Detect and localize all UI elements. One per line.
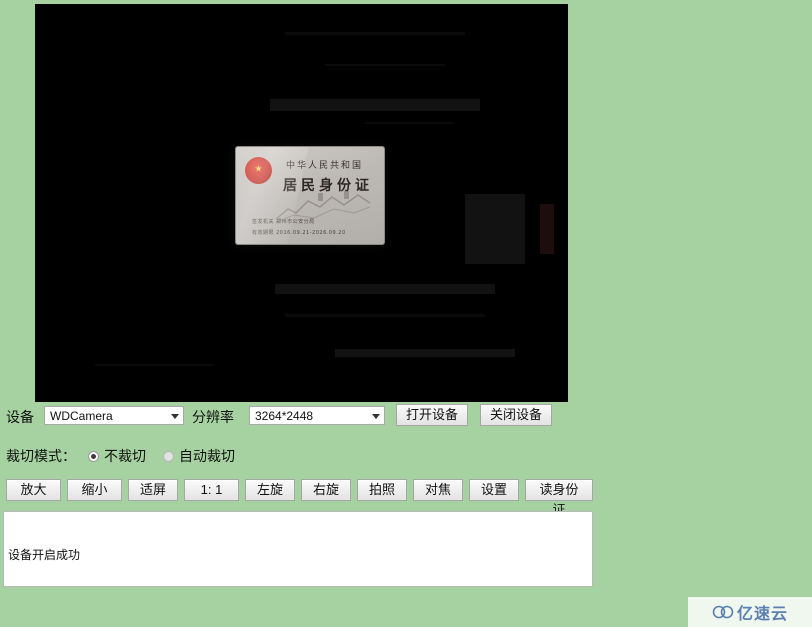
crop-no-label: 不裁切	[104, 448, 146, 464]
camera-panel: 中华人民共和国 居民身份证 签发机关 郑州市公安分局 有效期限 2016.09.…	[0, 0, 598, 627]
log-output[interactable]: 设备开启成功 拍照成功，图片保存位置：D:\20190308161605.jpg…	[3, 511, 593, 587]
radio-unselected-icon	[163, 451, 174, 463]
device-label: 设备	[6, 409, 34, 425]
actual-size-button[interactable]: 1: 1	[184, 479, 239, 501]
close-device-button[interactable]: 关闭设备	[480, 404, 552, 426]
crop-no-radio[interactable]	[88, 448, 102, 463]
resolution-select[interactable]: 3264*2448	[249, 406, 385, 425]
watermark: 亿速云	[688, 597, 812, 627]
crop-auto-radio[interactable]	[163, 448, 177, 463]
id-info-panel: 拍照图片 中华人民共和国 居民身份证 签发机关 郑州市公安分局 有效期限 201…	[598, 0, 812, 627]
id-card-front-preview: 中华人民共和国 居民身份证 签发机关 郑州市公安分局 有效期限 2016.09.…	[235, 146, 385, 245]
device-select-value: WDCamera	[50, 409, 113, 423]
chevron-down-icon	[372, 413, 380, 419]
camera-preview[interactable]: 中华人民共和国 居民身份证 签发机关 郑州市公安分局 有效期限 2016.09.…	[35, 4, 568, 402]
radio-selected-icon	[88, 451, 99, 463]
device-select[interactable]: WDCamera	[44, 406, 184, 425]
zoom-out-button[interactable]: 缩小	[67, 479, 122, 501]
app-window: 中华人民共和国 居民身份证 签发机关 郑州市公安分局 有效期限 2016.09.…	[0, 0, 812, 627]
resolution-select-value: 3264*2448	[255, 409, 314, 423]
rotate-left-button[interactable]: 左旋	[245, 479, 295, 501]
focus-button[interactable]: 对焦	[413, 479, 463, 501]
open-device-button[interactable]: 打开设备	[396, 404, 468, 426]
watermark-text: 亿速云	[736, 606, 788, 623]
crop-auto-label: 自动裁切	[179, 448, 235, 464]
fit-screen-button[interactable]: 适屏	[128, 479, 178, 501]
chevron-down-icon	[171, 413, 179, 419]
resolution-label: 分辨率	[192, 409, 234, 425]
log-line: 设备开启成功	[8, 548, 81, 562]
read-id-card-button[interactable]: 读身份证	[525, 479, 593, 517]
crop-mode-label: 裁切模式：	[6, 448, 76, 464]
settings-button[interactable]: 设置	[469, 479, 519, 501]
zoom-in-button[interactable]: 放大	[6, 479, 61, 501]
cloud-logo-icon	[712, 605, 734, 619]
rotate-right-button[interactable]: 右旋	[301, 479, 351, 501]
capture-button[interactable]: 拍照	[357, 479, 407, 501]
